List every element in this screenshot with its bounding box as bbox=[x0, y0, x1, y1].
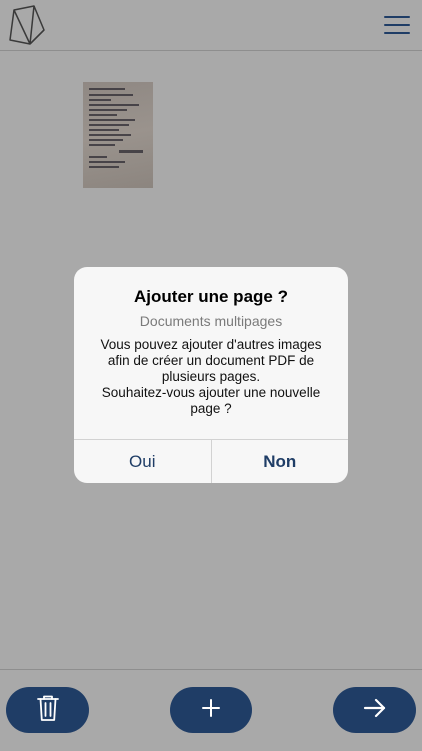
menu-line bbox=[384, 24, 410, 26]
plus-icon bbox=[201, 698, 221, 723]
menu-line bbox=[384, 16, 410, 18]
yes-button[interactable]: Oui bbox=[74, 440, 211, 483]
bottom-toolbar bbox=[0, 669, 422, 751]
dialog-message-line: plusieurs pages. bbox=[161, 369, 261, 384]
dialog-message: Vous pouvez ajouter d'autres images afin… bbox=[88, 337, 334, 417]
add-page-button[interactable] bbox=[170, 687, 252, 733]
receipt-thumbnail[interactable] bbox=[83, 82, 153, 188]
dialog-message-line: Souhaitez-vous ajouter une nouvelle bbox=[101, 385, 321, 400]
dialog-message-line: Vous pouvez ajouter d'autres images bbox=[100, 337, 322, 352]
hamburger-menu-icon[interactable] bbox=[384, 14, 410, 36]
dialog-message-line: page ? bbox=[190, 401, 232, 416]
dialog-button-row: Oui Non bbox=[74, 439, 348, 483]
faceted-stone-logo-icon[interactable] bbox=[8, 4, 46, 46]
next-button[interactable] bbox=[333, 687, 416, 733]
delete-button[interactable] bbox=[6, 687, 89, 733]
top-bar bbox=[0, 0, 422, 51]
dialog-subtitle: Documents multipages bbox=[139, 313, 283, 329]
trash-icon bbox=[36, 694, 60, 727]
no-button[interactable]: Non bbox=[210, 440, 349, 483]
dialog-message-line: afin de créer un document PDF de bbox=[107, 353, 315, 368]
menu-line bbox=[384, 32, 410, 34]
add-page-dialog: Ajouter une page ? Documents multipages … bbox=[74, 267, 348, 483]
arrow-right-icon bbox=[363, 698, 387, 723]
dialog-title: Ajouter une page ? bbox=[134, 287, 288, 306]
